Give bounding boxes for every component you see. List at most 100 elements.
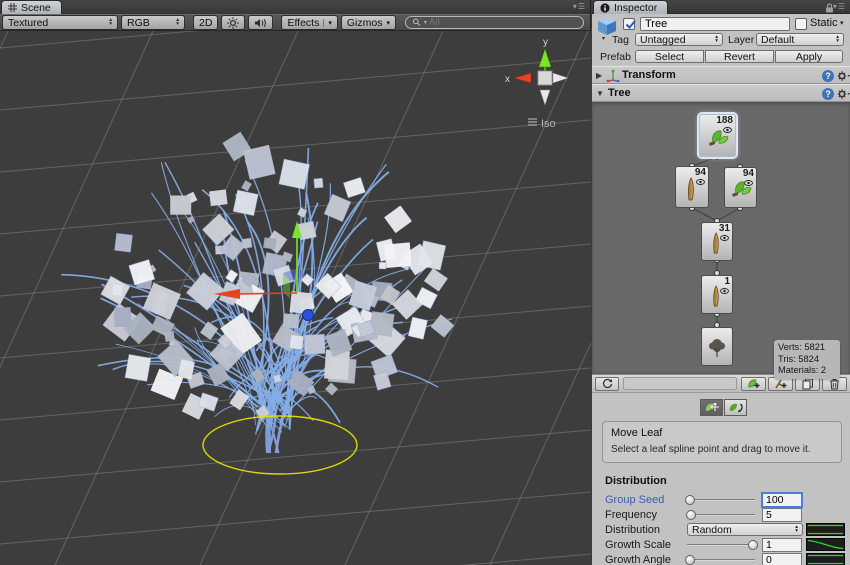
growth-scale-slider[interactable] — [687, 538, 755, 552]
gizmo-down-cone[interactable] — [540, 90, 550, 105]
add-leaf-group-button[interactable] — [741, 377, 766, 391]
prefab-select-button[interactable]: Select — [635, 50, 704, 63]
rotate-leaf-tool-button[interactable] — [724, 399, 747, 416]
scene-search-field[interactable]: ▾ — [405, 16, 584, 29]
search-filter-arrow-icon: ▾ — [424, 19, 427, 26]
distribution-curve-preview[interactable] — [806, 523, 845, 536]
inspector-tab-label: Inspector — [614, 2, 657, 14]
growth-angle-curve-preview[interactable] — [806, 553, 845, 565]
transform-label: Transform — [622, 69, 676, 81]
growth-scale-curve-preview[interactable] — [806, 538, 845, 551]
gizmo-y-cone[interactable] — [539, 49, 551, 67]
group-seed-field[interactable] — [762, 493, 802, 507]
slider-knob[interactable] — [686, 510, 696, 520]
foldout-collapsed-icon[interactable]: ▶ — [596, 71, 606, 80]
move-leaf-tool-button[interactable] — [700, 399, 723, 416]
tool-help-box: Move Leaf Select a leaf spline point and… — [602, 421, 842, 463]
scene-tabbar: Scene ▾☰ — [0, 0, 590, 14]
gear-icon[interactable] — [837, 70, 850, 82]
frequency-slider[interactable] — [687, 508, 755, 522]
distribution-header: Distribution — [605, 475, 850, 487]
layer-dropdown[interactable]: Default ▴▾ — [756, 33, 844, 46]
search-icon — [412, 17, 422, 28]
leaf-tools-row — [592, 393, 850, 419]
tab-inspector[interactable]: Inspector — [593, 0, 668, 14]
x-axis-handle[interactable] — [238, 293, 297, 294]
gizmos-dropdown[interactable]: Gizmos ▾ — [341, 15, 396, 30]
lighting-toggle-button[interactable] — [221, 15, 245, 30]
help-icon[interactable]: ? — [822, 70, 834, 82]
growth-angle-field[interactable] — [762, 553, 802, 565]
gizmo-y-label: y — [543, 37, 548, 48]
iso-mode-indicator[interactable]: Iso — [528, 118, 556, 130]
orientation-gizmo[interactable]: y x Iso — [505, 37, 568, 130]
refresh-button[interactable] — [595, 377, 619, 391]
stats-tris: Tris: 5824 — [778, 354, 836, 366]
slider-knob[interactable] — [748, 540, 758, 550]
gear-icon[interactable] — [837, 88, 850, 100]
static-flags-arrow-icon[interactable]: ▾ — [840, 19, 844, 27]
transform-component-header[interactable]: ▶ Transform ? — [592, 66, 850, 84]
distribution-section: Distribution Group Seed Frequency — [592, 475, 850, 565]
gizmo-right-cone[interactable] — [553, 73, 568, 83]
iso-hamburger-icon — [528, 119, 537, 125]
layer-label: Layer — [728, 34, 754, 46]
branch-group-node-31[interactable]: 31 — [701, 222, 733, 261]
add-leaf-icon — [747, 378, 761, 390]
group-seed-row: Group Seed — [592, 493, 850, 508]
tab-scene[interactable]: Scene — [1, 0, 62, 14]
render-mode-dropdown[interactable]: Textured ▴▾ — [2, 15, 118, 30]
prefab-row: Prefab Select Revert Apply — [592, 49, 850, 66]
duplicate-icon — [802, 378, 814, 390]
leaf-group-node-188[interactable]: 188 — [699, 114, 736, 157]
slider-knob[interactable] — [685, 495, 695, 505]
tag-label: Tag — [612, 34, 629, 46]
tree-node-editor[interactable]: 188 94 — [592, 102, 850, 374]
growth-angle-slider[interactable] — [687, 553, 755, 565]
growth-angle-row: Growth Angle — [592, 553, 850, 565]
foldout-expanded-icon[interactable]: ▼ — [596, 89, 606, 98]
inspector-body: ▾ Static ▾ Tag Untagged ▴▾ Layer — [592, 14, 850, 565]
prefab-apply-button[interactable]: Apply — [775, 50, 843, 63]
gameobject-name-field[interactable] — [640, 17, 790, 31]
rotate-leaf-icon — [728, 401, 743, 414]
gizmo-x-cone[interactable] — [514, 73, 531, 83]
static-label: Static — [810, 17, 838, 29]
growth-angle-label: Growth Angle — [605, 554, 671, 565]
scene-toolbar: Textured ▴▾ RGB ▴▾ 2D — [0, 14, 590, 31]
z-axis-handle[interactable] — [303, 310, 314, 321]
transform-icon — [606, 69, 620, 82]
frequency-field[interactable] — [762, 508, 802, 522]
leaf-icon — [729, 178, 753, 200]
scene-panel: Scene ▾☰ Textured ▴▾ RGB ▴▾ 2D — [0, 0, 591, 565]
scene-panel-menu-icon[interactable]: ▾☰ — [573, 2, 586, 11]
static-checkbox[interactable] — [795, 18, 807, 30]
tag-dropdown[interactable]: Untagged ▴▾ — [635, 33, 723, 46]
help-icon[interactable]: ? — [822, 88, 834, 100]
distribution-dropdown[interactable]: Random ▴▾ — [687, 523, 803, 536]
slider-knob[interactable] — [685, 555, 695, 565]
leaf-group-node-94[interactable]: 94 — [724, 167, 757, 208]
branch-group-node-1[interactable]: 1 — [701, 275, 733, 314]
tree-component-label: Tree — [608, 87, 631, 99]
gameobject-header: ▾ Static ▾ — [592, 14, 850, 33]
tree-root-node[interactable] — [701, 327, 733, 366]
audio-toggle-button[interactable] — [248, 15, 273, 30]
prefab-revert-button[interactable]: Revert — [705, 50, 774, 63]
gizmo-center-cube[interactable] — [538, 71, 552, 85]
group-seed-slider[interactable] — [687, 493, 755, 507]
move-leaf-icon — [704, 401, 719, 414]
check-icon — [624, 18, 637, 31]
tool-help-description: Select a leaf spline point and drag to m… — [611, 444, 833, 455]
toggle-2d-button[interactable]: 2D — [193, 15, 218, 30]
tree-component-header[interactable]: ▼ Tree ? — [592, 84, 850, 102]
branch-group-node-94[interactable]: 94 — [675, 166, 709, 208]
scene-viewport[interactable]: y x Iso — [0, 31, 591, 565]
scene-search-input[interactable] — [429, 17, 577, 28]
inspector-panel-menu-icon[interactable]: ▾☰ — [833, 2, 846, 11]
generated-scene — [0, 31, 591, 565]
color-mode-dropdown[interactable]: RGB ▴▾ — [121, 15, 185, 30]
effects-dropdown[interactable]: Effects ▾ — [281, 15, 337, 30]
growth-scale-field[interactable] — [762, 538, 802, 552]
active-checkbox[interactable] — [623, 18, 635, 30]
